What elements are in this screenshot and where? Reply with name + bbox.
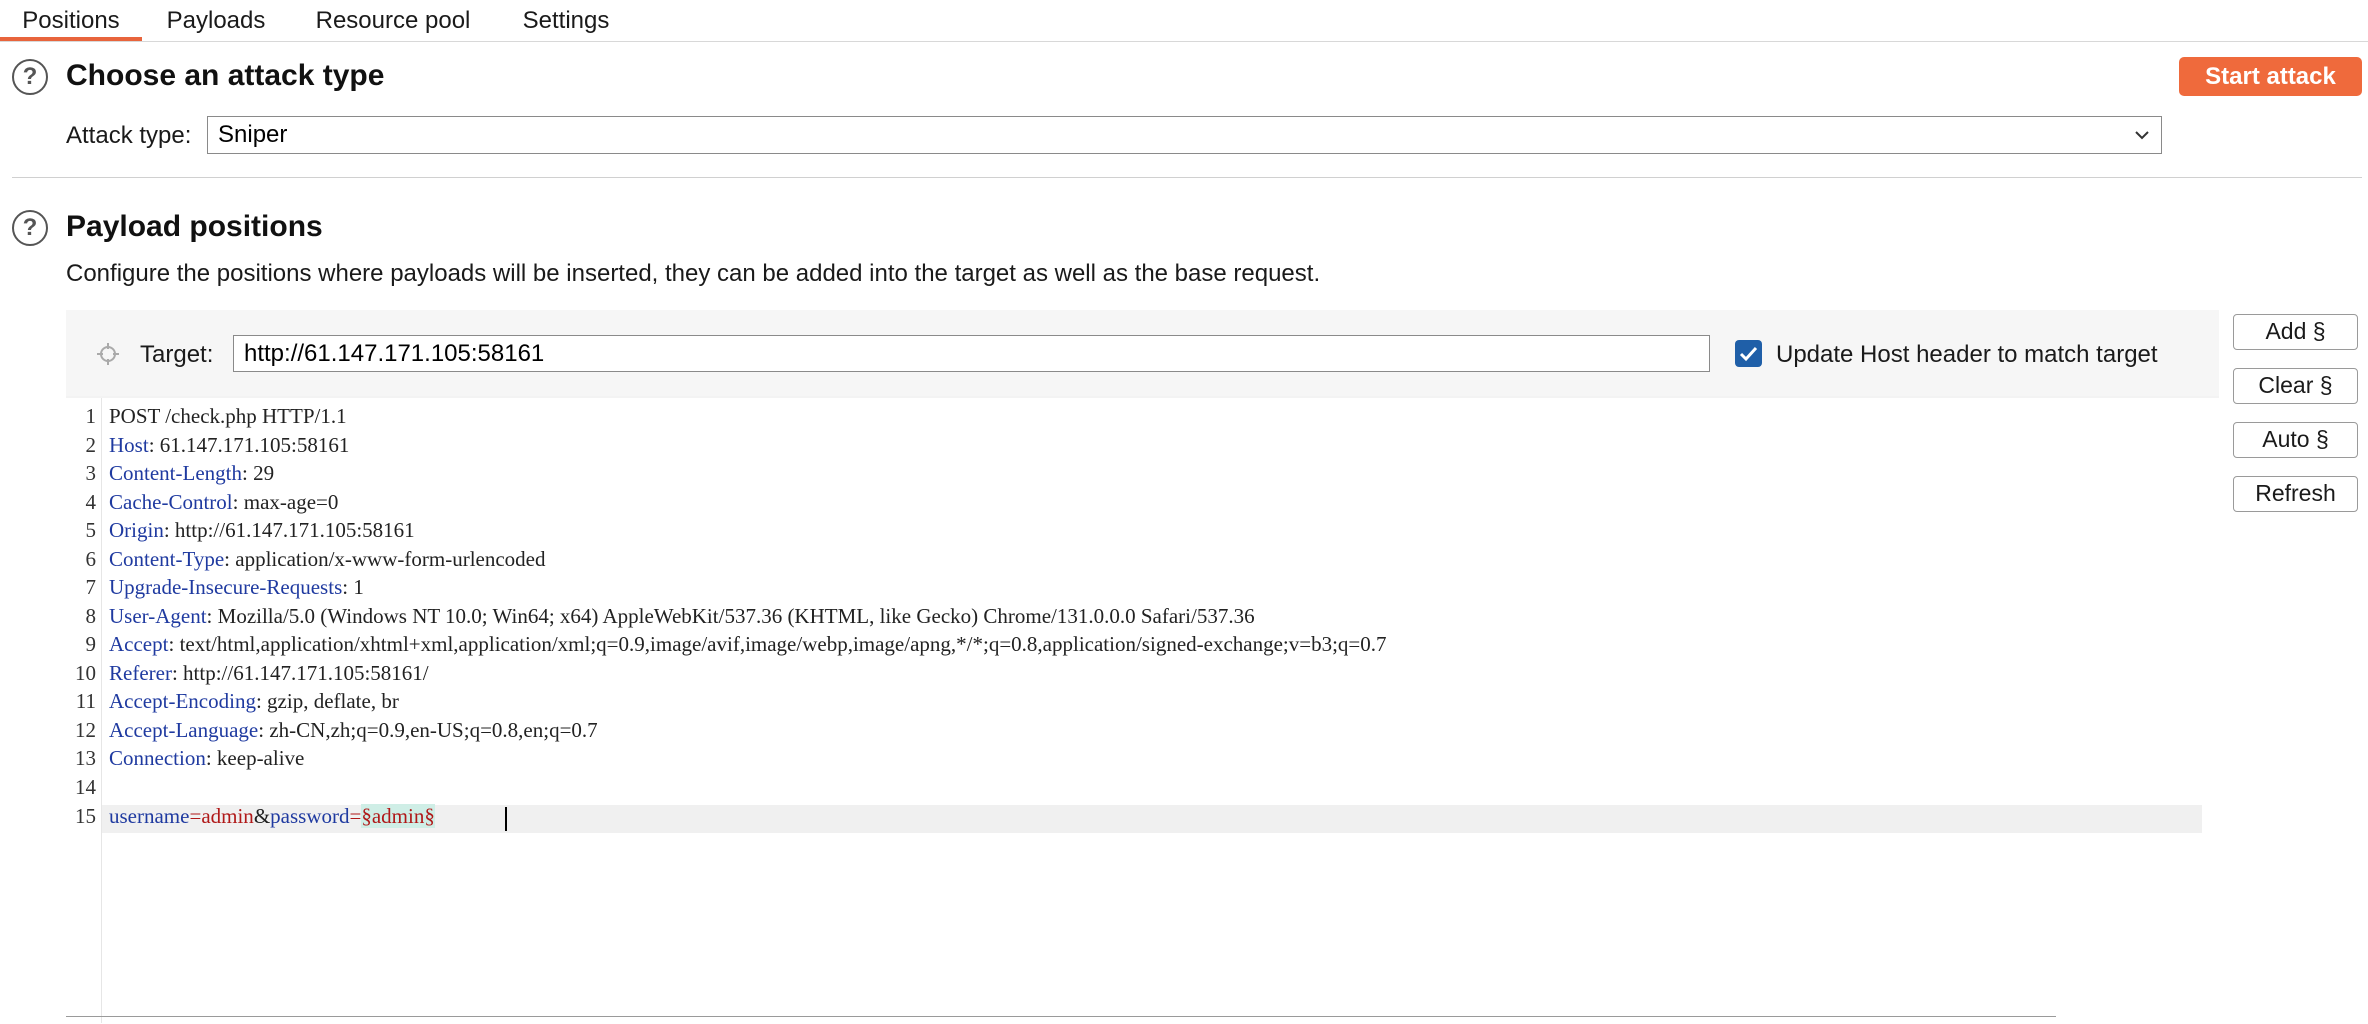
header-line: Accept-Encoding: gzip, deflate, br xyxy=(109,689,399,713)
line-number: 15 xyxy=(75,804,96,828)
header-line: Host: 61.147.171.105:58161 xyxy=(109,433,350,457)
auto-markers-button[interactable]: Auto § xyxy=(2233,422,2358,458)
line-number: 10 xyxy=(75,661,96,685)
clear-markers-button[interactable]: Clear § xyxy=(2233,368,2358,404)
refresh-button[interactable]: Refresh xyxy=(2233,476,2358,512)
header-line: Cache-Control: max-age=0 xyxy=(109,490,339,514)
update-host-label: Update Host header to match target xyxy=(1776,341,2158,368)
line-number: 12 xyxy=(75,718,96,742)
line-number: 8 xyxy=(85,604,97,628)
tab-resource-pool[interactable]: Resource pool xyxy=(300,0,486,41)
tab-positions[interactable]: Positions xyxy=(0,0,142,41)
tab-bar: Positions Payloads Resource pool Setting… xyxy=(0,0,2368,42)
request-line: POST /check.php HTTP/1.1 xyxy=(109,404,347,428)
header-line: Connection: keep-alive xyxy=(109,746,305,770)
line-number: 2 xyxy=(85,433,97,457)
header-line: Upgrade-Insecure-Requests: 1 xyxy=(109,575,364,599)
payload-positions-description: Configure the positions where payloads w… xyxy=(66,260,1321,287)
header-line: Origin: http://61.147.171.105:58161 xyxy=(109,518,415,542)
attack-type-value: Sniper xyxy=(218,121,288,148)
header-line: Referer: http://61.147.171.105:58161/ xyxy=(109,661,429,685)
section-divider xyxy=(12,177,2362,178)
body-line: username=admin&password=§admin§ xyxy=(109,804,435,828)
target-input[interactable]: http://61.147.171.105:58161 xyxy=(233,335,1710,372)
header-line: Content-Length: 29 xyxy=(109,461,275,485)
tab-settings[interactable]: Settings xyxy=(510,0,622,41)
start-attack-button[interactable]: Start attack xyxy=(2179,57,2362,96)
payload-positions-title: Payload positions xyxy=(66,210,323,243)
update-host-checkbox[interactable] xyxy=(1735,340,1762,367)
line-number: 11 xyxy=(75,689,96,713)
target-value: http://61.147.171.105:58161 xyxy=(244,340,545,367)
line-number: 5 xyxy=(85,518,97,542)
help-icon[interactable]: ? xyxy=(12,210,48,246)
line-number: 4 xyxy=(85,490,97,514)
line-number: 9 xyxy=(85,632,97,656)
header-line: Accept-Language: zh-CN,zh;q=0.9,en-US;q=… xyxy=(109,718,598,742)
line-number: 13 xyxy=(75,746,96,770)
line-number: 1 xyxy=(85,404,97,428)
add-marker-button[interactable]: Add § xyxy=(2233,314,2358,350)
chevron-down-icon xyxy=(2135,131,2149,140)
checkmark-icon xyxy=(1739,346,1758,362)
header-line: Accept: text/html,application/xhtml+xml,… xyxy=(109,632,1387,656)
attack-type-title: Choose an attack type xyxy=(66,59,385,92)
text-caret xyxy=(505,807,507,831)
line-number: 14 xyxy=(75,775,96,799)
tab-payloads[interactable]: Payloads xyxy=(152,0,280,41)
line-number: 3 xyxy=(85,461,97,485)
attack-type-label: Attack type: xyxy=(66,122,192,149)
header-line: User-Agent: Mozilla/5.0 (Windows NT 10.0… xyxy=(109,604,1255,628)
target-label: Target: xyxy=(140,341,214,368)
attack-type-select[interactable]: Sniper xyxy=(207,116,2162,154)
crosshair-icon xyxy=(97,343,119,365)
header-line: Content-Type: application/x-www-form-url… xyxy=(109,547,546,571)
line-number: 6 xyxy=(85,547,97,571)
payload-marker[interactable]: §admin§ xyxy=(361,804,435,828)
help-icon[interactable]: ? xyxy=(12,59,48,95)
line-number: 7 xyxy=(85,575,97,599)
